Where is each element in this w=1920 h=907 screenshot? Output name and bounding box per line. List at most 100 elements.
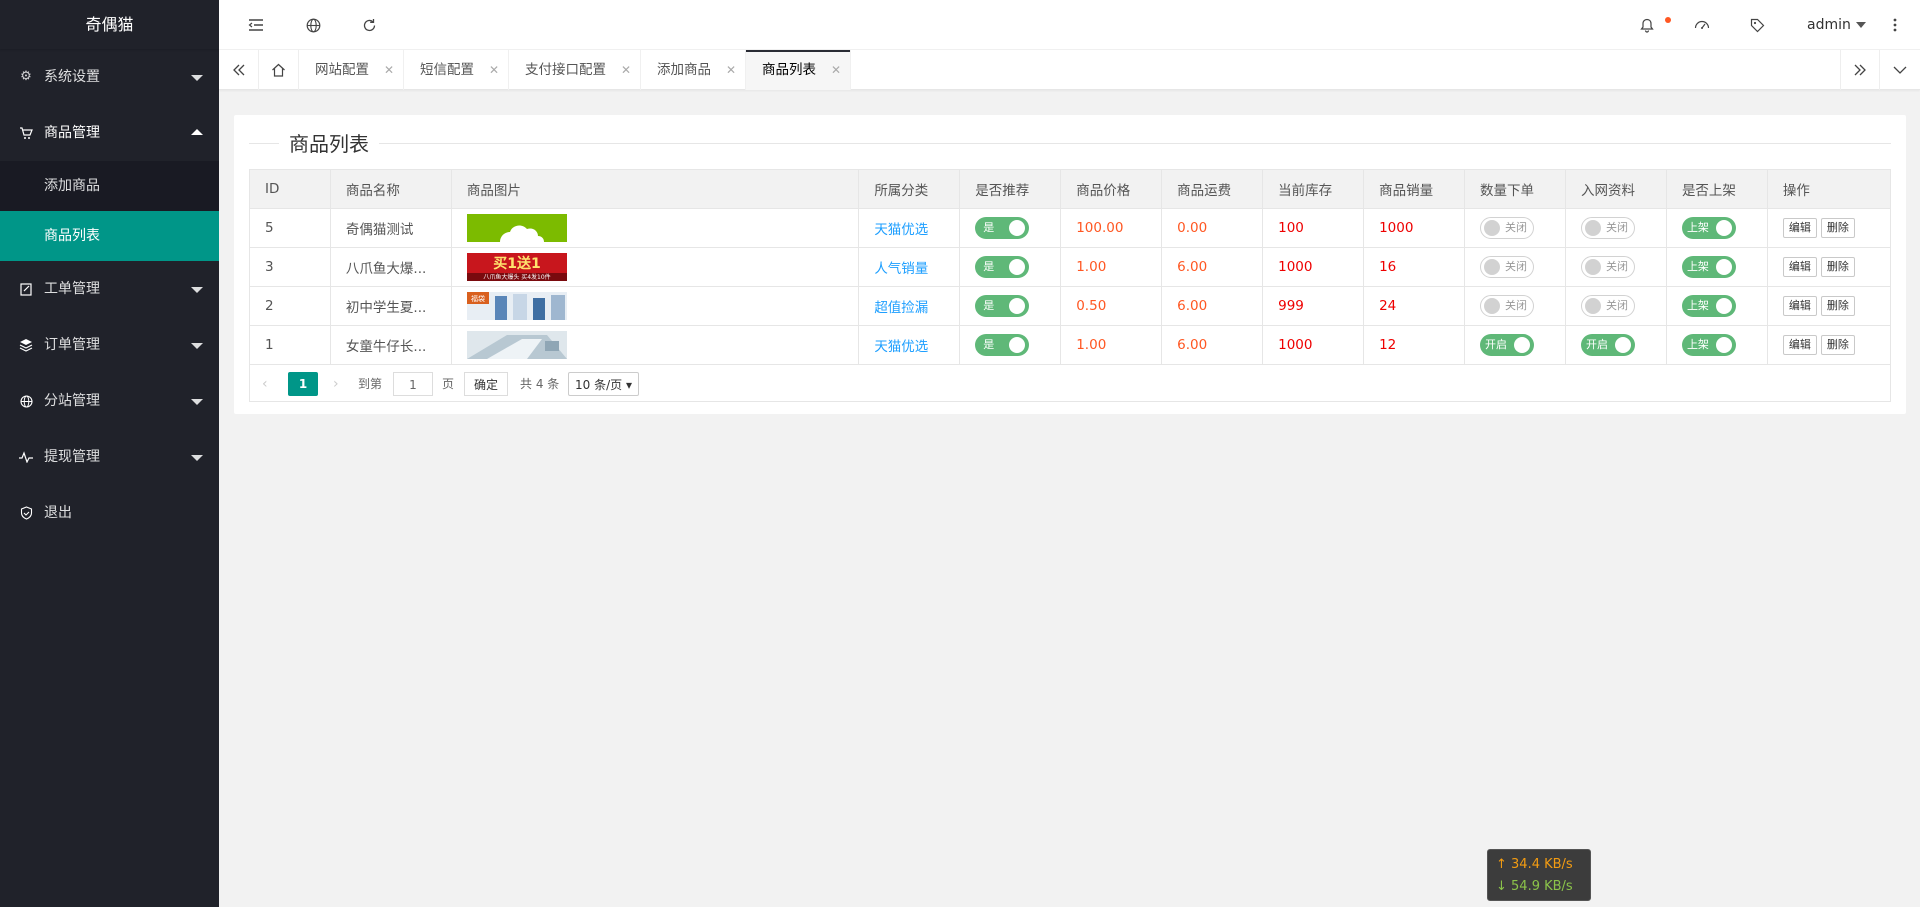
- close-icon[interactable]: ✕: [489, 50, 499, 90]
- col-header[interactable]: 所属分类: [858, 169, 961, 209]
- cell-qty-order: 关闭: [1464, 208, 1566, 248]
- cell-category[interactable]: 天猫优选: [858, 208, 961, 248]
- tabs-scroll-left-icon[interactable]: [219, 50, 259, 90]
- tab-payment-config[interactable]: 支付接口配置 ✕: [509, 50, 641, 90]
- sidebar-item-orders[interactable]: 订单管理: [0, 317, 219, 373]
- chevron-down-icon: [191, 455, 203, 461]
- qty-order-switch[interactable]: 开启: [1480, 334, 1535, 356]
- shelf-switch[interactable]: 上架: [1681, 256, 1736, 278]
- bell-icon[interactable]: [1627, 0, 1667, 50]
- table-header-row: ID 商品名称 商品图片 所属分类 是否推荐 商品价格 商品运费 当前库存 商品…: [249, 169, 1892, 209]
- tabs: 网站配置 ✕ 短信配置 ✕ 支付接口配置 ✕ 添加商品 ✕ 商品列表 ✕: [299, 50, 851, 90]
- netinfo-switch[interactable]: 关闭: [1580, 217, 1635, 239]
- shelf-switch[interactable]: 上架: [1681, 295, 1736, 317]
- col-header[interactable]: 数量下单: [1464, 169, 1566, 209]
- col-header[interactable]: 商品名称: [329, 169, 452, 209]
- recommend-switch[interactable]: 是: [975, 334, 1030, 356]
- cell-id: 5: [249, 208, 331, 248]
- sidebar-subitem-add-product[interactable]: 添加商品: [0, 161, 219, 211]
- sidebar-item-tickets[interactable]: 工单管理: [0, 261, 219, 317]
- cell-name: 八爪鱼大爆...: [329, 247, 452, 287]
- close-icon[interactable]: ✕: [831, 50, 841, 90]
- menu-toggle-icon[interactable]: [236, 0, 276, 50]
- col-header[interactable]: 是否推荐: [959, 169, 1062, 209]
- cell-price: 1.00: [1060, 247, 1163, 287]
- qty-order-switch[interactable]: 关闭: [1480, 295, 1535, 317]
- edit-button[interactable]: 编辑: [1782, 218, 1817, 238]
- col-header[interactable]: 操作: [1766, 169, 1892, 209]
- sidebar-item-logout[interactable]: 退出: [0, 485, 219, 541]
- recommend-switch[interactable]: 是: [975, 256, 1030, 278]
- refresh-icon[interactable]: [349, 0, 389, 50]
- netinfo-switch[interactable]: 关闭: [1580, 256, 1635, 278]
- sidebar-item-substations[interactable]: 分站管理: [0, 373, 219, 429]
- cell-sales: 16: [1363, 247, 1466, 287]
- edit-button[interactable]: 编辑: [1782, 257, 1817, 277]
- delete-button[interactable]: 删除: [1820, 335, 1855, 355]
- home-tab-icon[interactable]: [259, 50, 299, 90]
- app-logo[interactable]: 奇偶猫: [0, 0, 219, 49]
- recommend-switch[interactable]: 是: [975, 295, 1030, 317]
- page-jump-input[interactable]: 1: [393, 372, 433, 396]
- recommend-switch[interactable]: 是: [975, 217, 1030, 239]
- col-header[interactable]: 商品图片: [450, 169, 860, 209]
- delete-button[interactable]: 删除: [1820, 218, 1855, 238]
- product-list-card: 商品列表 ID 商品名称 商品图片 所属分类 是否推荐 商品价格 商品运费 当前…: [234, 115, 1906, 414]
- user-menu[interactable]: admin: [1807, 0, 1866, 50]
- theme-palette-icon[interactable]: [1682, 0, 1722, 50]
- close-icon[interactable]: ✕: [726, 50, 736, 90]
- sidebar-item-product-management[interactable]: 商品管理: [0, 105, 219, 161]
- delete-button[interactable]: 删除: [1820, 296, 1855, 316]
- col-header[interactable]: 商品销量: [1363, 169, 1466, 209]
- tabs-dropdown-icon[interactable]: [1880, 50, 1920, 90]
- sidebar-item-withdrawals[interactable]: 提现管理: [0, 429, 219, 485]
- switch-label: 关闭: [1605, 299, 1628, 312]
- cell-category[interactable]: 人气销量: [858, 247, 961, 287]
- col-header[interactable]: ID: [249, 169, 331, 209]
- cell-category[interactable]: 超值捡漏: [858, 286, 961, 326]
- product-thumbnail[interactable]: [466, 214, 567, 242]
- sidebar-item-label: 系统设置: [44, 69, 100, 85]
- switch-label: 开启: [1485, 338, 1508, 351]
- globe-icon[interactable]: [293, 0, 333, 50]
- cell-category[interactable]: 天猫优选: [858, 325, 961, 365]
- close-icon[interactable]: ✕: [621, 50, 631, 90]
- prev-page-icon[interactable]: ‹: [262, 372, 268, 396]
- close-icon[interactable]: ✕: [384, 50, 394, 90]
- edit-button[interactable]: 编辑: [1782, 296, 1817, 316]
- shelf-switch[interactable]: 上架: [1681, 217, 1736, 239]
- page-jump-confirm-button[interactable]: 确定: [464, 372, 509, 396]
- tag-icon[interactable]: [1737, 0, 1777, 50]
- col-header[interactable]: 当前库存: [1262, 169, 1365, 209]
- tabs-scroll-right-icon[interactable]: [1840, 50, 1880, 90]
- qty-order-switch[interactable]: 关闭: [1480, 217, 1535, 239]
- sidebar-item-system-settings[interactable]: ⚙ 系统设置: [0, 49, 219, 105]
- download-speed: ↓ 54.9 KB/s: [1496, 879, 1573, 894]
- col-header[interactable]: 商品运费: [1161, 169, 1264, 209]
- netinfo-switch[interactable]: 开启: [1580, 334, 1635, 356]
- netinfo-switch[interactable]: 关闭: [1580, 295, 1635, 317]
- delete-button[interactable]: 删除: [1820, 257, 1855, 277]
- shelf-switch[interactable]: 上架: [1681, 334, 1736, 356]
- product-thumbnail[interactable]: [466, 331, 567, 359]
- sidebar-subitem-product-list[interactable]: 商品列表: [0, 211, 219, 261]
- col-header[interactable]: 是否上架: [1665, 169, 1768, 209]
- cell-actions: 编辑 删除: [1766, 208, 1892, 248]
- product-thumbnail[interactable]: 买1送1 八爪鱼大爆头 买4发10件: [466, 253, 567, 281]
- tab-site-config[interactable]: 网站配置 ✕: [299, 50, 404, 90]
- product-thumbnail[interactable]: 福袋: [466, 292, 567, 320]
- qty-order-switch[interactable]: 关闭: [1480, 256, 1535, 278]
- col-header[interactable]: 入网资料: [1564, 169, 1667, 209]
- page-number-current[interactable]: 1: [288, 372, 318, 396]
- tab-label: 商品列表: [762, 62, 816, 78]
- next-page-icon[interactable]: ›: [333, 372, 339, 396]
- col-header[interactable]: 商品价格: [1060, 169, 1163, 209]
- edit-button[interactable]: 编辑: [1782, 335, 1817, 355]
- tab-add-product[interactable]: 添加商品 ✕: [641, 50, 746, 90]
- page-size-select[interactable]: 10 条/页 ▾: [568, 372, 639, 396]
- switch-label: 上架: [1686, 221, 1709, 234]
- tab-product-list[interactable]: 商品列表 ✕: [746, 50, 851, 90]
- cell-name: 奇偶猫测试: [329, 208, 452, 248]
- tab-sms-config[interactable]: 短信配置 ✕: [404, 50, 509, 90]
- more-vertical-icon[interactable]: [1875, 0, 1915, 50]
